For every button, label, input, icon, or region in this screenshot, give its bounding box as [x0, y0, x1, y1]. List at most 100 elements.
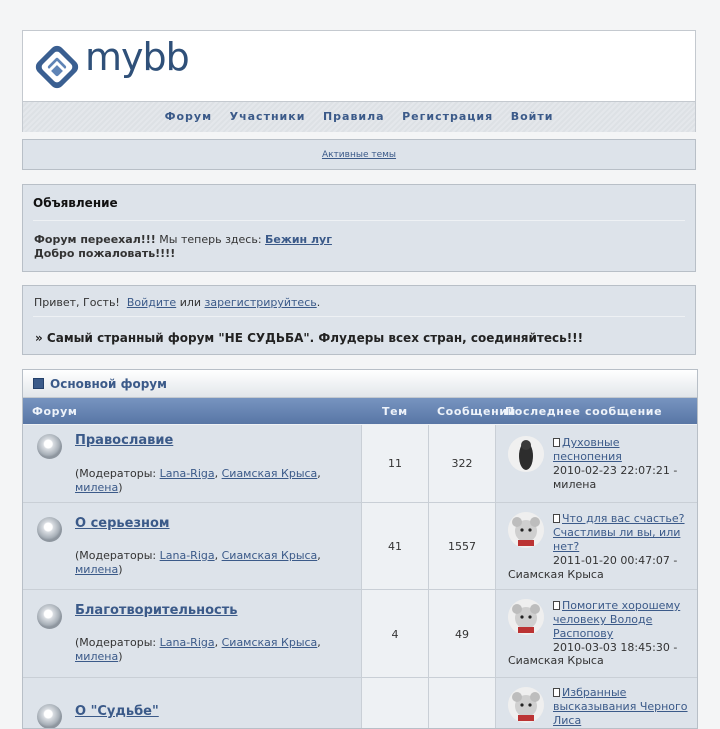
category-header[interactable]: Основной форум — [23, 370, 697, 398]
topics-cell: 41 — [362, 503, 429, 589]
forum-cell: О серьезном (Модераторы: Lana-Riga, Сиам… — [23, 503, 362, 589]
post-icon — [553, 688, 560, 697]
avatar[interactable] — [508, 687, 544, 723]
posts-cell: 49 — [429, 590, 496, 677]
last-post-user[interactable]: милена — [553, 478, 596, 491]
col-topics: Тем — [382, 405, 408, 418]
last-post-info: Что для вас счастье? Счастливы ли вы, ил… — [553, 512, 691, 568]
forum-status-icon — [37, 704, 62, 728]
posts-count: 322 — [451, 457, 473, 470]
welcome-box: Привет, Гость! Войдите или зарегистрируй… — [22, 285, 696, 355]
col-last-post: Последнее сообщение — [505, 405, 663, 418]
mod-link[interactable]: Сиамская Крыса — [222, 549, 318, 562]
avatar-image-icon — [508, 512, 544, 548]
forum-row: О "Судьбе" Избранные высказывания Черног… — [23, 678, 697, 728]
nav-forum[interactable]: Форум — [165, 102, 213, 132]
mod-link[interactable]: милена — [75, 563, 118, 576]
header: mybb Форум Участники Правила Регистрация… — [22, 30, 696, 132]
avatar[interactable] — [508, 512, 544, 548]
forum-title-link[interactable]: О серьезном — [75, 516, 170, 531]
last-post-date: 2010-03-03 18:45:30 - — [553, 641, 678, 654]
posts-count: 49 — [455, 628, 469, 641]
guest-greeting: Привет, Гость! Войдите или зарегистрируй… — [34, 296, 320, 309]
last-post-link[interactable]: Духовные песнопения — [553, 436, 622, 463]
last-post-link[interactable]: Избранные высказывания Черного Лиса — [553, 686, 688, 727]
posts-cell: 322 — [429, 425, 496, 502]
topics-count: 41 — [388, 540, 402, 553]
forum-row: Православие (Модераторы: Lana-Riga, Сиам… — [23, 425, 697, 503]
mybb-logo-icon — [35, 45, 79, 89]
forum-cell: О "Судьбе" — [23, 678, 362, 728]
nav-login[interactable]: Войти — [511, 102, 554, 132]
avatar[interactable] — [508, 599, 544, 635]
avatar-image-icon — [508, 687, 544, 723]
forum-title-link[interactable]: Благотворительность — [75, 603, 238, 618]
col-forum: Форум — [32, 405, 78, 418]
mods-label: (Модераторы: — [75, 636, 160, 649]
topics-cell: 4 — [362, 590, 429, 677]
mods-label: (Модераторы: — [75, 549, 160, 562]
topics-cell — [362, 678, 429, 728]
forum-status-icon — [37, 604, 62, 629]
forum-moderators: (Модераторы: Lana-Riga, Сиамская Крыса, … — [75, 467, 321, 494]
announcement-box: Объявление Форум переехал!!! Мы теперь з… — [22, 184, 696, 272]
mods-label: (Модераторы: — [75, 467, 160, 480]
forum-status-icon — [37, 517, 62, 542]
mod-link[interactable]: милена — [75, 650, 118, 663]
main-nav: Форум Участники Правила Регистрация Войт… — [23, 101, 695, 132]
forum-cell: Благотворительность (Модераторы: Lana-Ri… — [23, 590, 362, 677]
last-post-info: Помогите хорошему человеку Володе Распоп… — [553, 599, 691, 655]
avatar-image-icon — [508, 436, 544, 472]
post-icon — [553, 438, 560, 447]
nav-register[interactable]: Регистрация — [402, 102, 493, 132]
active-topics-bar: Активные темы — [22, 139, 696, 170]
announcement-title: Объявление — [33, 196, 118, 210]
mod-link[interactable]: милена — [75, 481, 118, 494]
forum-title-link[interactable]: О "Судьбе" — [75, 704, 159, 719]
last-post-link[interactable]: Помогите хорошему человеку Володе Распоп… — [553, 599, 680, 640]
announcement-bold: Форум переехал!!! — [34, 233, 156, 246]
announcement-welcome: Добро пожаловать!!!! — [34, 247, 176, 260]
post-icon — [553, 514, 560, 523]
avatar[interactable] — [508, 436, 544, 472]
mybb-logo[interactable]: mybb — [31, 35, 193, 95]
forum-row: Благотворительность (Модераторы: Lana-Ri… — [23, 590, 697, 678]
active-topics-link[interactable]: Активные темы — [322, 150, 396, 160]
last-post-user[interactable]: Сиамская Крыса — [508, 654, 604, 668]
nav-members[interactable]: Участники — [230, 102, 306, 132]
nav-rules[interactable]: Правила — [323, 102, 385, 132]
last-post-link[interactable]: Что для вас счастье? Счастливы ли вы, ил… — [553, 512, 685, 553]
mod-link[interactable]: Сиамская Крыса — [222, 467, 318, 480]
forum-motto: » Самый странный форум "НЕ СУДЬБА". Флуд… — [35, 331, 584, 345]
or-text: или — [176, 296, 205, 309]
greeting-dot: . — [316, 296, 321, 309]
forum-title-link[interactable]: Православие — [75, 433, 173, 448]
posts-cell — [429, 678, 496, 728]
last-post-cell: Духовные песнопения 2010-02-23 22:07:21 … — [496, 425, 697, 502]
mod-link[interactable]: Lana-Riga — [160, 549, 215, 562]
last-post-info: Избранные высказывания Черного Лиса — [553, 686, 691, 728]
last-post-date: 2011-01-20 00:47:07 - — [553, 554, 678, 567]
topics-count: 11 — [388, 457, 402, 470]
mod-link[interactable]: Lana-Riga — [160, 467, 215, 480]
login-link[interactable]: Войдите — [127, 296, 176, 309]
mod-link[interactable]: Lana-Riga — [160, 636, 215, 649]
collapse-icon[interactable] — [33, 378, 44, 389]
forum-cell: Православие (Модераторы: Lana-Riga, Сиам… — [23, 425, 362, 502]
posts-cell: 1557 — [429, 503, 496, 589]
mod-link[interactable]: Сиамская Крыса — [222, 636, 318, 649]
register-link[interactable]: зарегистрируйтесь — [205, 296, 317, 309]
post-icon — [553, 601, 560, 610]
last-post-cell: Избранные высказывания Черного Лиса — [496, 678, 697, 728]
category-title: Основной форум — [50, 377, 167, 391]
announcement-link[interactable]: Бежин луг — [265, 233, 332, 246]
last-post-cell: Помогите хорошему человеку Володе Распоп… — [496, 590, 697, 677]
announcement-text: Мы теперь здесь: — [155, 233, 266, 246]
last-post-date: 2010-02-23 22:07:21 - — [553, 464, 678, 477]
divider — [33, 316, 685, 317]
last-post-user[interactable]: Сиамская Крыса — [508, 568, 604, 582]
announcement-line: Форум переехал!!! Мы теперь здесь: Бежин… — [34, 233, 332, 246]
category-main-forum: Основной форум Форум Тем Сообщений После… — [22, 369, 698, 729]
table-header: Форум Тем Сообщений Последнее сообщение — [23, 398, 697, 424]
forum-row: О серьезном (Модераторы: Lana-Riga, Сиам… — [23, 503, 697, 590]
